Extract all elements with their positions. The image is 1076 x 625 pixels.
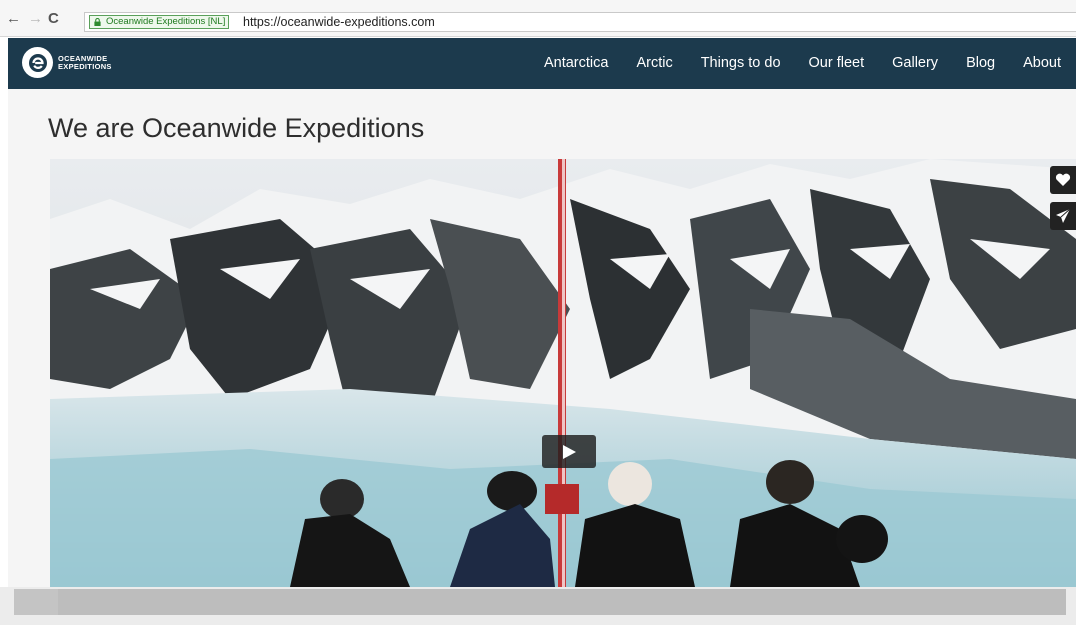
main-content: We are Oceanwide Expeditions [8, 89, 1076, 587]
play-icon [563, 445, 576, 459]
reload-icon[interactable]: C [48, 11, 59, 26]
share-button[interactable] [1050, 202, 1076, 230]
heart-icon [1055, 173, 1071, 186]
page-title: We are Oceanwide Expeditions [48, 113, 425, 143]
bottom-blur-band-inner [58, 589, 1066, 615]
video-player[interactable] [50, 159, 1076, 587]
menu-item-things-to-do[interactable]: Things to do [701, 54, 781, 72]
menu-item-gallery[interactable]: Gallery [892, 54, 938, 72]
video-thumbnail [50, 159, 1076, 587]
menu-item-blog[interactable]: Blog [966, 54, 995, 72]
logo-wordmark: OCEANWIDE EXPEDITIONS [58, 54, 112, 71]
menu-item-our-fleet[interactable]: Our fleet [809, 54, 865, 72]
ev-certificate-badge[interactable]: Oceanwide Expeditions [NL] [89, 15, 230, 29]
url-text[interactable]: https://oceanwide-expeditions.com [243, 15, 435, 29]
menu-item-arctic[interactable]: Arctic [636, 54, 672, 72]
url-bar[interactable]: Oceanwide Expeditions [NL] https://ocean… [84, 12, 1076, 32]
site-navbar: OCEANWIDE EXPEDITIONS Antarctica Arctic … [8, 38, 1076, 89]
main-menu: Antarctica Arctic Things to do Our fleet… [516, 54, 1061, 72]
site-logo[interactable]: OCEANWIDE EXPEDITIONS [22, 47, 112, 78]
forward-arrow-icon[interactable]: → [28, 11, 43, 26]
play-button[interactable] [542, 435, 596, 468]
like-button[interactable] [1050, 166, 1076, 194]
logo-line2: EXPEDITIONS [58, 61, 112, 71]
ev-badge-label: Oceanwide Expeditions [NL] [106, 16, 226, 27]
menu-item-about[interactable]: About [1023, 54, 1061, 72]
bottom-strip [0, 587, 1076, 625]
logo-mark-icon [22, 47, 53, 78]
back-arrow-icon[interactable]: ← [6, 11, 21, 26]
lock-icon [94, 18, 101, 26]
send-icon [1056, 208, 1071, 223]
menu-item-antarctica[interactable]: Antarctica [544, 54, 608, 72]
browser-address-bar: ← → C Oceanwide Expeditions [NL] https:/… [0, 0, 1076, 37]
